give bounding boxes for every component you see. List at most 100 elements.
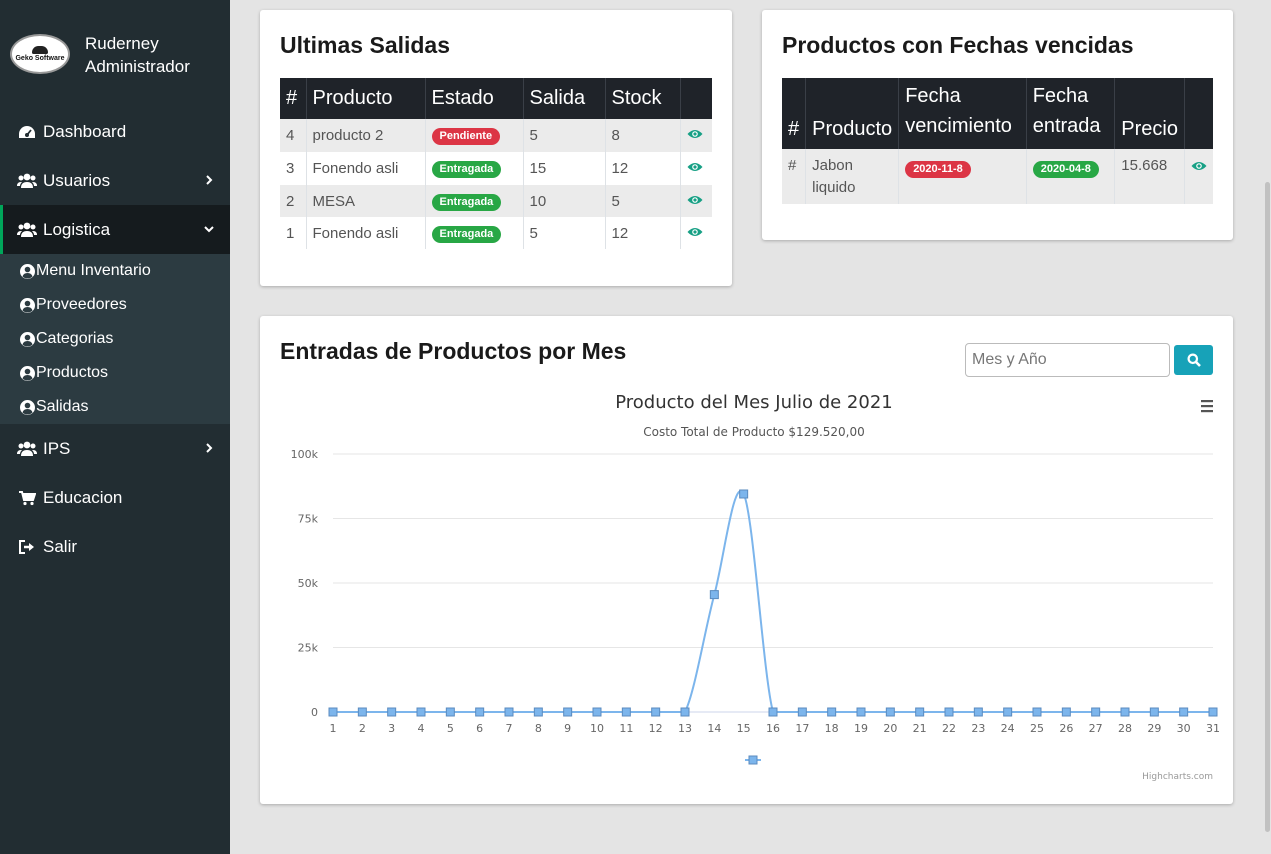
card-title: Productos con Fechas vencidas xyxy=(782,32,1134,58)
x-tick-label: 30 xyxy=(1177,722,1191,735)
x-tick-label: 24 xyxy=(1001,722,1015,735)
cell-id: # xyxy=(782,149,806,204)
status-badge: Entragada xyxy=(431,161,502,178)
data-point xyxy=(856,707,866,717)
company-logo: Geko Software xyxy=(10,34,70,74)
chart-title: Producto del Mes Julio de 2021 xyxy=(615,392,893,413)
x-tick-label: 31 xyxy=(1206,722,1220,735)
user-circle-icon xyxy=(19,365,36,382)
scrollbar-thumb[interactable] xyxy=(1265,182,1270,832)
sidebar-item-salir[interactable]: Salir xyxy=(0,522,230,571)
users-icon xyxy=(17,440,37,458)
submenu-item-salidas[interactable]: Salidas xyxy=(19,390,88,424)
column-header: Producto xyxy=(305,78,425,119)
x-tick-label: 3 xyxy=(388,722,395,735)
sidebar-item-label: Salir xyxy=(43,536,78,556)
y-tick-label: 75k xyxy=(298,513,319,526)
entradas-chart-card: Entradas de Productos por Mes Producto d… xyxy=(260,316,1233,804)
x-tick-label: 27 xyxy=(1089,722,1103,735)
status-badge: Entragada xyxy=(431,193,502,211)
column-header: Fecha entrada xyxy=(1025,78,1115,149)
data-point xyxy=(533,707,543,717)
column-header xyxy=(1183,78,1213,149)
sidebar-item-usuarios[interactable]: Usuarios xyxy=(0,156,230,205)
submenu-item-productos[interactable]: Productos xyxy=(19,356,108,390)
cell-producto: Jabon liquido xyxy=(805,149,899,204)
cell-stock: 8 xyxy=(604,119,680,152)
x-tick-label: 15 xyxy=(737,722,751,735)
data-point xyxy=(592,707,602,717)
card-title: Ultimas Salidas xyxy=(280,32,451,58)
column-header: Estado xyxy=(424,78,523,119)
submenu-item-proveedores[interactable]: Proveedores xyxy=(19,288,127,322)
sidebar-item-educacion[interactable]: Educacion xyxy=(0,473,230,522)
scrollbar[interactable] xyxy=(1264,0,1271,854)
chart-menu-icon[interactable] xyxy=(1201,400,1213,413)
x-tick-label: 9 xyxy=(564,722,571,735)
x-tick-label: 16 xyxy=(766,722,780,735)
user-first-name: Ruderney xyxy=(85,34,159,53)
x-tick-label: 5 xyxy=(447,722,454,735)
eye-icon[interactable] xyxy=(1191,160,1207,172)
x-tick-label: 12 xyxy=(649,722,663,735)
date-badge: 2020-04-8 xyxy=(1032,161,1099,178)
eye-icon[interactable] xyxy=(687,226,703,238)
x-tick-label: 21 xyxy=(913,722,927,735)
cell-id: 3 xyxy=(280,152,306,185)
x-tick-label: 14 xyxy=(707,722,721,735)
sidebar-item-dashboard[interactable]: Dashboard xyxy=(0,107,230,156)
cell-producto: MESA xyxy=(305,185,425,217)
data-point xyxy=(1149,707,1159,717)
x-tick-label: 18 xyxy=(825,722,839,735)
users-icon xyxy=(17,172,37,190)
status-badge: Entragada xyxy=(431,225,502,243)
submenu-item-menu-inventario[interactable]: Menu Inventario xyxy=(19,254,151,288)
sidebar-item-logistica[interactable]: Logistica xyxy=(0,205,230,254)
column-header xyxy=(679,78,712,119)
x-tick-label: 22 xyxy=(942,722,956,735)
salidas-table: # Producto Estado Salida Stock 4 product… xyxy=(280,78,712,249)
x-tick-label: 2 xyxy=(359,722,366,735)
cell-id: 1 xyxy=(280,217,306,249)
data-point xyxy=(416,707,426,717)
user-circle-icon xyxy=(19,331,36,348)
vencidos-table: # Producto Fecha vencimiento Fecha entrada… xyxy=(782,78,1213,204)
submenu-item-label: Salidas xyxy=(36,398,89,415)
data-point xyxy=(621,707,631,717)
cell-id: 2 xyxy=(280,185,306,217)
x-tick-label: 28 xyxy=(1118,722,1132,735)
cart-icon xyxy=(17,489,37,507)
submenu-item-categorias[interactable]: Categorias xyxy=(19,322,113,356)
submenu-item-label: Categorias xyxy=(36,330,114,347)
logistica-submenu: Menu Inventario Proveedores Categorias P… xyxy=(0,254,230,424)
x-tick-label: 29 xyxy=(1147,722,1161,735)
data-point xyxy=(357,707,367,717)
x-tick-label: 6 xyxy=(476,722,483,735)
data-point xyxy=(1208,707,1218,717)
users-icon xyxy=(17,221,37,239)
x-tick-label: 23 xyxy=(971,722,985,735)
data-point xyxy=(709,590,719,600)
sidebar-item-label: Dashboard xyxy=(43,121,127,141)
x-tick-label: 10 xyxy=(590,722,604,735)
submenu-item-label: Productos xyxy=(36,364,109,381)
eye-icon[interactable] xyxy=(687,161,703,173)
x-tick-label: 26 xyxy=(1059,722,1073,735)
chart-credits[interactable]: Highcharts.com xyxy=(1142,772,1213,782)
cell-salida: 5 xyxy=(522,119,605,152)
y-tick-label: 25k xyxy=(298,642,319,655)
sidebar-item-ips[interactable]: IPS xyxy=(0,424,230,473)
chevron-right-icon xyxy=(206,175,213,185)
x-tick-label: 11 xyxy=(619,722,633,735)
eye-icon[interactable] xyxy=(687,194,703,206)
x-tick-label: 4 xyxy=(418,722,425,735)
eye-icon[interactable] xyxy=(687,128,703,140)
cell-producto: Fonendo asli xyxy=(305,152,425,185)
data-point xyxy=(827,707,837,717)
sign-out-icon xyxy=(17,538,37,556)
line-chart: Producto del Mes Julio de 2021 Costo Tot… xyxy=(291,392,1220,782)
submenu-item-label: Menu Inventario xyxy=(36,262,151,279)
user-panel: Geko Software Ruderney Administrador xyxy=(0,0,230,104)
column-header: # xyxy=(782,78,806,149)
data-point xyxy=(797,707,807,717)
